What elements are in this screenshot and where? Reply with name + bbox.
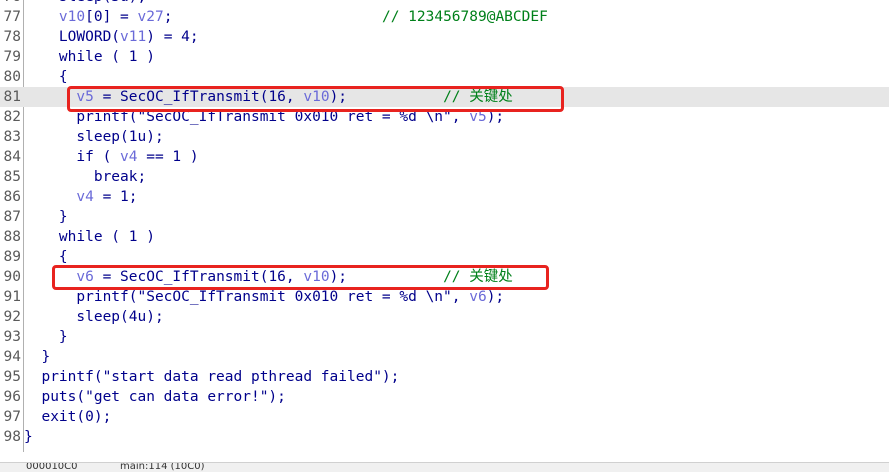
code-token: break;	[24, 169, 147, 185]
code-text: puts("get can data error!");	[24, 387, 286, 407]
code-text: {	[24, 67, 68, 87]
code-text: }	[24, 207, 68, 227]
line-number: 92	[3, 309, 21, 325]
code-token: printf("start data read pthread failed")…	[24, 369, 400, 385]
code-line[interactable]: 98}	[0, 427, 889, 447]
code-line[interactable]: 80 {	[0, 67, 889, 87]
code-token: }	[24, 209, 68, 225]
code-line[interactable]: 77 v10[0] = v27; // 123456789@ABCDEF	[0, 7, 889, 27]
code-text: sleep(4u);	[24, 307, 164, 327]
code-line[interactable]: 96 puts("get can data error!");	[0, 387, 889, 407]
code-text: printf("SecOC_IfTransmit 0x010 ret = %d …	[24, 287, 504, 307]
code-token: while ( 1 )	[24, 229, 155, 245]
code-token: if (	[24, 149, 121, 165]
line-number: 79	[3, 49, 21, 65]
line-number: 90	[3, 269, 21, 285]
variable-token: v11	[120, 29, 147, 45]
code-token: sleep(1u);	[24, 129, 164, 145]
code-text: sleep(1u);	[24, 127, 164, 147]
code-line[interactable]: 86 v4 = 1;	[0, 187, 889, 207]
code-token: while ( 1 )	[24, 49, 155, 65]
line-number: 94	[3, 349, 21, 365]
code-line[interactable]: 83 sleep(1u);	[0, 127, 889, 147]
code-token: LOWORD(	[24, 29, 121, 45]
line-number: 85	[3, 169, 21, 185]
line-number: 82	[3, 109, 21, 125]
line-number: 91	[3, 289, 21, 305]
code-token: exit(0);	[24, 409, 112, 425]
line-number: 87	[3, 209, 21, 225]
line-number: 98	[3, 429, 21, 445]
variable-token: v4	[76, 189, 94, 205]
code-token: }	[24, 329, 68, 345]
line-number: 80	[3, 69, 21, 85]
code-token: = 1;	[93, 189, 138, 205]
line-number: 84	[3, 149, 21, 165]
code-line[interactable]: 89 {	[0, 247, 889, 267]
code-line[interactable]: 84 if ( v4 == 1 )	[0, 147, 889, 167]
code-line[interactable]: 93 }	[0, 327, 889, 347]
code-text: }	[24, 347, 50, 367]
highlight-box-line-81	[67, 86, 564, 112]
line-number: 86	[3, 189, 21, 205]
code-text: if ( v4 == 1 )	[24, 147, 199, 167]
code-token: }	[24, 349, 51, 365]
code-line[interactable]: 78 LOWORD(v11) = 4;	[0, 27, 889, 47]
line-number: 76	[0, 0, 21, 7]
highlight-box-line-90	[52, 265, 549, 290]
variable-token: v6	[469, 289, 487, 305]
code-line[interactable]: 76 sleep(5u);	[0, 0, 889, 7]
code-text: while ( 1 )	[24, 47, 155, 67]
code-text: {	[24, 247, 68, 267]
line-number: 96	[3, 389, 21, 405]
code-token: }	[24, 429, 33, 445]
code-line[interactable]: 91 printf("SecOC_IfTransmit 0x010 ret = …	[0, 287, 889, 307]
code-token: ;	[163, 9, 382, 25]
line-number: 77	[3, 9, 21, 25]
code-line[interactable]: 79 while ( 1 )	[0, 47, 889, 67]
code-text: }	[24, 427, 33, 447]
code-token: );	[486, 289, 505, 305]
variable-token: v27	[137, 9, 164, 25]
code-line[interactable]: 92 sleep(4u);	[0, 307, 889, 327]
line-number: 97	[3, 409, 21, 425]
code-token: {	[24, 69, 68, 85]
code-token: == 1 )	[137, 149, 199, 165]
code-text: sleep(5u);	[24, 0, 146, 7]
code-token: printf("SecOC_IfTransmit 0x010 ret = %d …	[24, 289, 470, 305]
code-text: LOWORD(v11) = 4;	[24, 27, 199, 47]
line-number: 83	[3, 129, 21, 145]
code-token: puts("get can data error!");	[24, 389, 286, 405]
line-number: 78	[3, 29, 21, 45]
code-line[interactable]: 94 }	[0, 347, 889, 367]
comment-token: // 123456789@ABCDEF	[381, 9, 548, 25]
code-text: }	[24, 327, 68, 347]
pseudocode-editor[interactable]: 76 sleep(5u);77 v10[0] = v27; // 1234567…	[0, 0, 889, 452]
code-line[interactable]: 95 printf("start data read pthread faile…	[0, 367, 889, 387]
code-text: while ( 1 )	[24, 227, 155, 247]
code-line[interactable]: 88 while ( 1 )	[0, 227, 889, 247]
code-text: exit(0);	[24, 407, 111, 427]
code-line[interactable]: 97 exit(0);	[0, 407, 889, 427]
code-token: [0] =	[85, 9, 138, 25]
code-line[interactable]: 85 break;	[0, 167, 889, 187]
variable-token: v10	[58, 9, 86, 25]
code-text: break;	[24, 167, 146, 187]
line-number: 89	[3, 249, 21, 265]
code-token: ) = 4;	[146, 29, 199, 45]
code-line[interactable]: 87 }	[0, 207, 889, 227]
line-number: 93	[3, 329, 21, 345]
code-text: printf("start data read pthread failed")…	[24, 367, 399, 387]
code-text: v10[0] = v27; // 123456789@ABCDEF	[24, 7, 548, 27]
code-token: sleep(4u);	[24, 309, 164, 325]
line-number: 88	[3, 229, 21, 245]
variable-token: v4	[120, 149, 138, 165]
line-number: 95	[3, 369, 21, 385]
code-token: sleep(5u);	[24, 0, 146, 5]
code-text: v4 = 1;	[24, 187, 138, 207]
code-token: {	[24, 249, 68, 265]
line-number: 81	[3, 89, 21, 105]
